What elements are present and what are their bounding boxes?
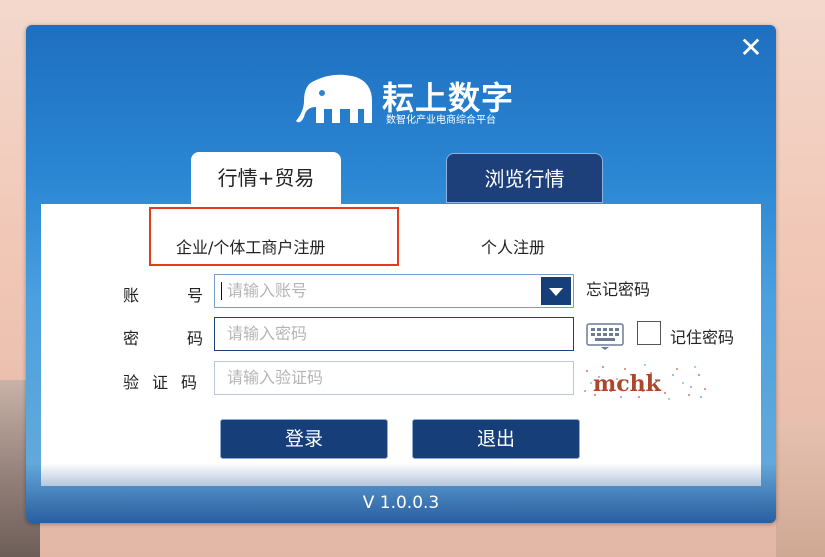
login-panel: 企业/个体工商户注册 个人注册 账 号 请输入账号 忘记密码 密 码 请输入密码 (41, 204, 761, 486)
password-label: 密 码 (123, 329, 203, 348)
login-button[interactable]: 登录 (220, 419, 388, 459)
login-window: ✕ 耘上数字 数智化产业电商综合平台 行情+贸易 浏览行情 企业/个体工商户注册… (26, 25, 776, 523)
close-button[interactable]: ✕ (738, 34, 764, 62)
text-caret (221, 282, 222, 300)
captcha-input[interactable]: 请输入验证码 (214, 361, 574, 395)
account-label: 账 号 (123, 286, 203, 305)
tab-browse[interactable]: 浏览行情 (446, 153, 603, 203)
version-label: V 1.0.0.3 (362, 493, 440, 513)
captcha-image[interactable]: mchk (581, 361, 709, 401)
account-input[interactable]: 请输入账号 (214, 274, 574, 308)
remember-password-label: 记住密码 (670, 328, 735, 347)
business-register-link[interactable]: 企业/个体工商户注册 (176, 234, 325, 258)
personal-register-link[interactable]: 个人注册 (481, 234, 545, 258)
keyboard-icon[interactable] (586, 321, 624, 351)
elephant-icon (296, 74, 372, 123)
brand-subtitle: 数智化产业电商综合平台 (386, 115, 496, 126)
exit-button[interactable]: 退出 (412, 419, 580, 459)
tab-trade[interactable]: 行情+贸易 (191, 152, 341, 204)
captcha-label: 验 证 码 (123, 373, 197, 392)
remember-password-checkbox[interactable] (637, 321, 661, 345)
account-dropdown-button[interactable] (541, 277, 571, 305)
forgot-password-link[interactable]: 忘记密码 (586, 276, 650, 300)
captcha-text: mchk (593, 371, 662, 397)
close-icon: ✕ (739, 31, 763, 64)
background-rock-right (776, 420, 825, 557)
password-input[interactable]: 请输入密码 (214, 317, 574, 351)
brand-logo: 耘上数字 数智化产业电商综合平台 (294, 71, 544, 127)
